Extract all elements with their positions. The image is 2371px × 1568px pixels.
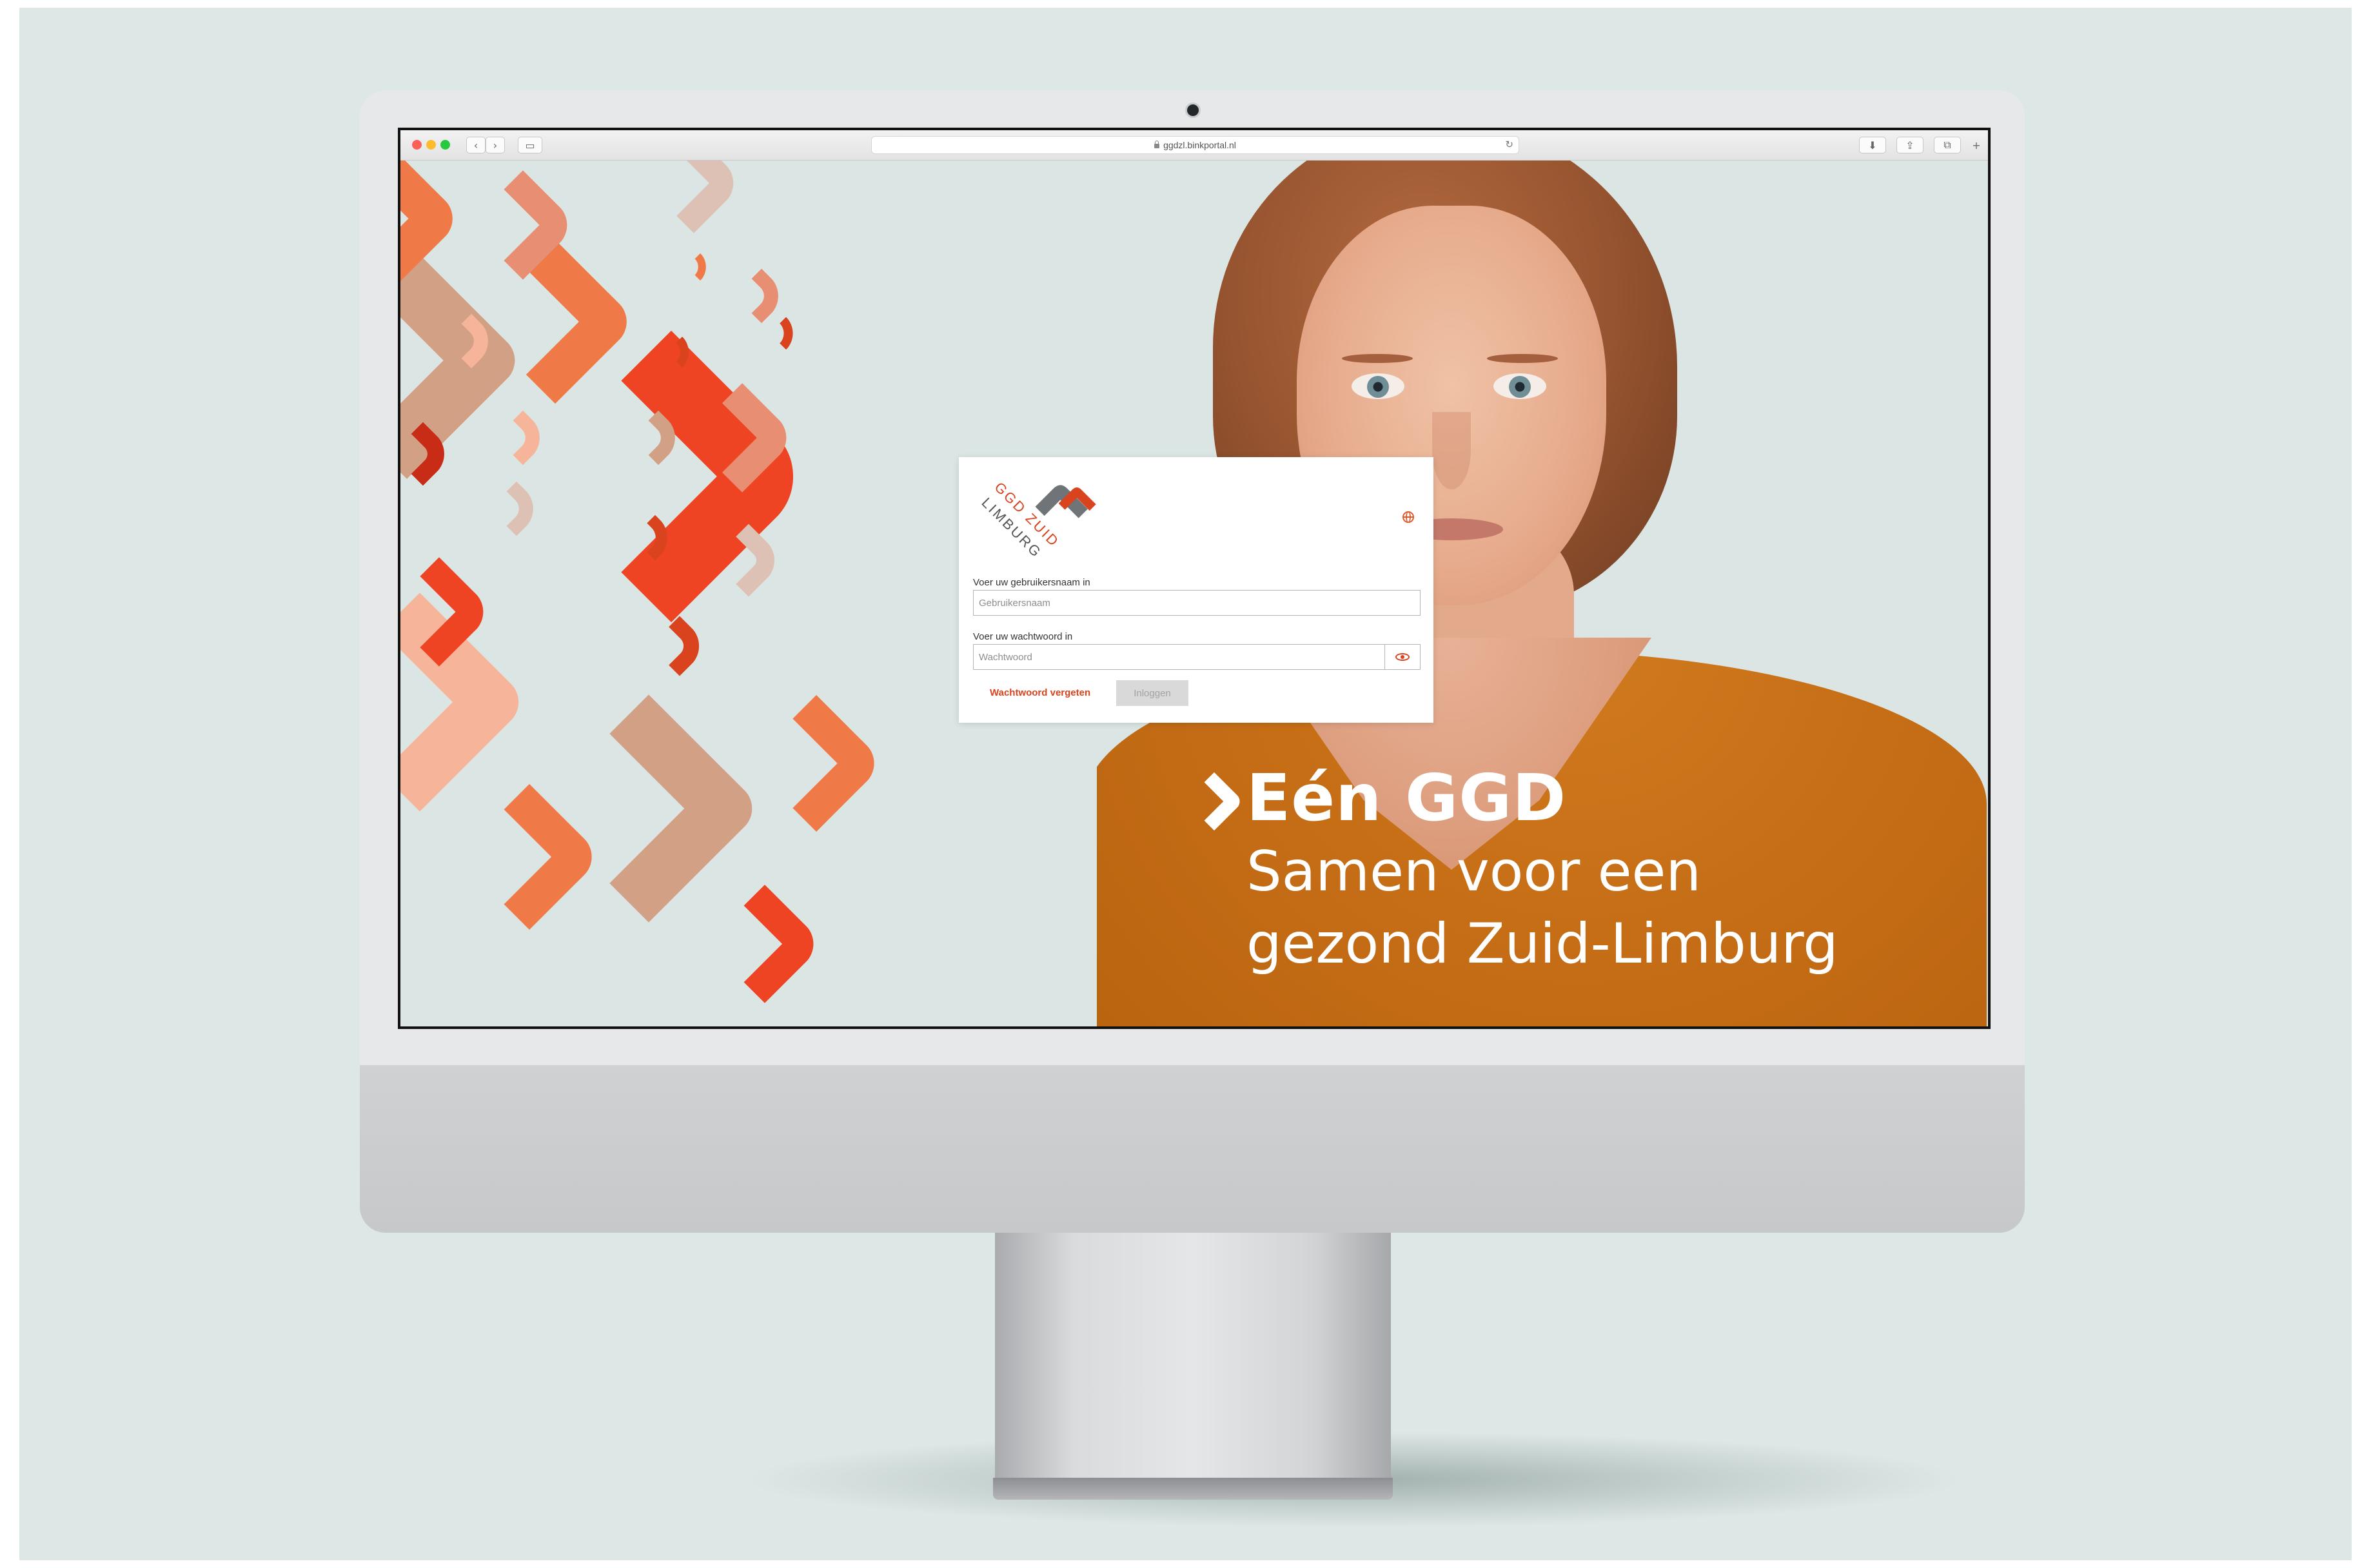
- sidebar-icon: ▭: [525, 139, 535, 152]
- slogan-title: Eén GGD: [1246, 760, 1567, 836]
- browser-toolbar: ‹ › ▭ ggdzl.binkportal.nl ↻ ⬇ ⇪ ⧉ +: [400, 130, 1988, 161]
- ggd-logo: GGD ZUID LIMBURG: [970, 466, 1106, 569]
- lock-icon: [1154, 140, 1160, 148]
- login-button[interactable]: Inloggen: [1116, 680, 1188, 706]
- plus-icon: +: [1972, 139, 1981, 152]
- sidebar-button[interactable]: ▭: [518, 137, 542, 153]
- heart-shape: [495, 410, 551, 466]
- heart-shape: [649, 616, 710, 676]
- minimize-window-button[interactable]: [426, 140, 436, 150]
- share-button[interactable]: ⇪: [1896, 137, 1923, 153]
- forgot-password-link[interactable]: Wachtwoord vergeten: [990, 687, 1090, 698]
- heart-shape: [686, 253, 714, 281]
- maximize-window-button[interactable]: [440, 140, 450, 150]
- login-card: GGD ZUID LIMBURG Voer uw gebruikersnaam …: [959, 457, 1433, 723]
- camera-icon: [1187, 104, 1199, 116]
- show-password-button[interactable]: [1384, 644, 1421, 670]
- password-label: Voer uw wachtwoord in: [973, 631, 1073, 642]
- heart-shape: [489, 481, 544, 536]
- slogan-subtitle-line1: Samen voor een: [1246, 839, 1701, 904]
- tabs-icon: ⧉: [1943, 139, 1951, 151]
- close-window-button[interactable]: [412, 140, 422, 150]
- tabs-button[interactable]: ⧉: [1934, 137, 1961, 153]
- back-button[interactable]: ‹: [466, 137, 486, 153]
- url-text: ggdzl.binkportal.nl: [1163, 140, 1236, 150]
- chevron-right-icon: ›: [493, 139, 498, 152]
- heart-shape: [747, 694, 885, 832]
- reload-icon[interactable]: ↻: [1505, 139, 1513, 150]
- download-button[interactable]: ⬇: [1859, 137, 1886, 153]
- share-icon: ⇪: [1905, 139, 1914, 152]
- heart-shape: [705, 885, 824, 1003]
- monitor-stand-foot: [993, 1478, 1393, 1500]
- username-label: Voer uw gebruikersnaam in: [973, 577, 1090, 588]
- webpage: Eén GGD Samen voor een gezond Zuid-Limbu…: [400, 161, 1988, 1026]
- slogan-subtitle-line2: gezond Zuid-Limburg: [1246, 912, 1838, 976]
- monitor-chin: [360, 1065, 2025, 1233]
- address-bar[interactable]: ggdzl.binkportal.nl ↻: [871, 136, 1519, 154]
- heart-shape: [734, 268, 789, 324]
- new-tab-button[interactable]: +: [1967, 137, 1985, 153]
- screen: ‹ › ▭ ggdzl.binkportal.nl ↻ ⬇ ⇪ ⧉ + Eén …: [398, 128, 1991, 1029]
- globe-icon[interactable]: [1402, 511, 1414, 523]
- monitor-stand: [995, 1233, 1391, 1478]
- chevron-left-icon: ‹: [473, 139, 478, 152]
- download-icon: ⬇: [1868, 139, 1877, 152]
- eye-icon: [1395, 653, 1410, 661]
- slogan: Eén GGD Samen voor een gezond Zuid-Limbu…: [1246, 760, 1838, 980]
- heart-shape: [769, 317, 803, 350]
- forward-button[interactable]: ›: [486, 137, 505, 153]
- username-input[interactable]: [973, 590, 1421, 616]
- heart-logo-icon: GGD ZUID LIMBURG: [978, 479, 1096, 561]
- password-input[interactable]: [973, 644, 1386, 670]
- heart-shape: [644, 161, 744, 233]
